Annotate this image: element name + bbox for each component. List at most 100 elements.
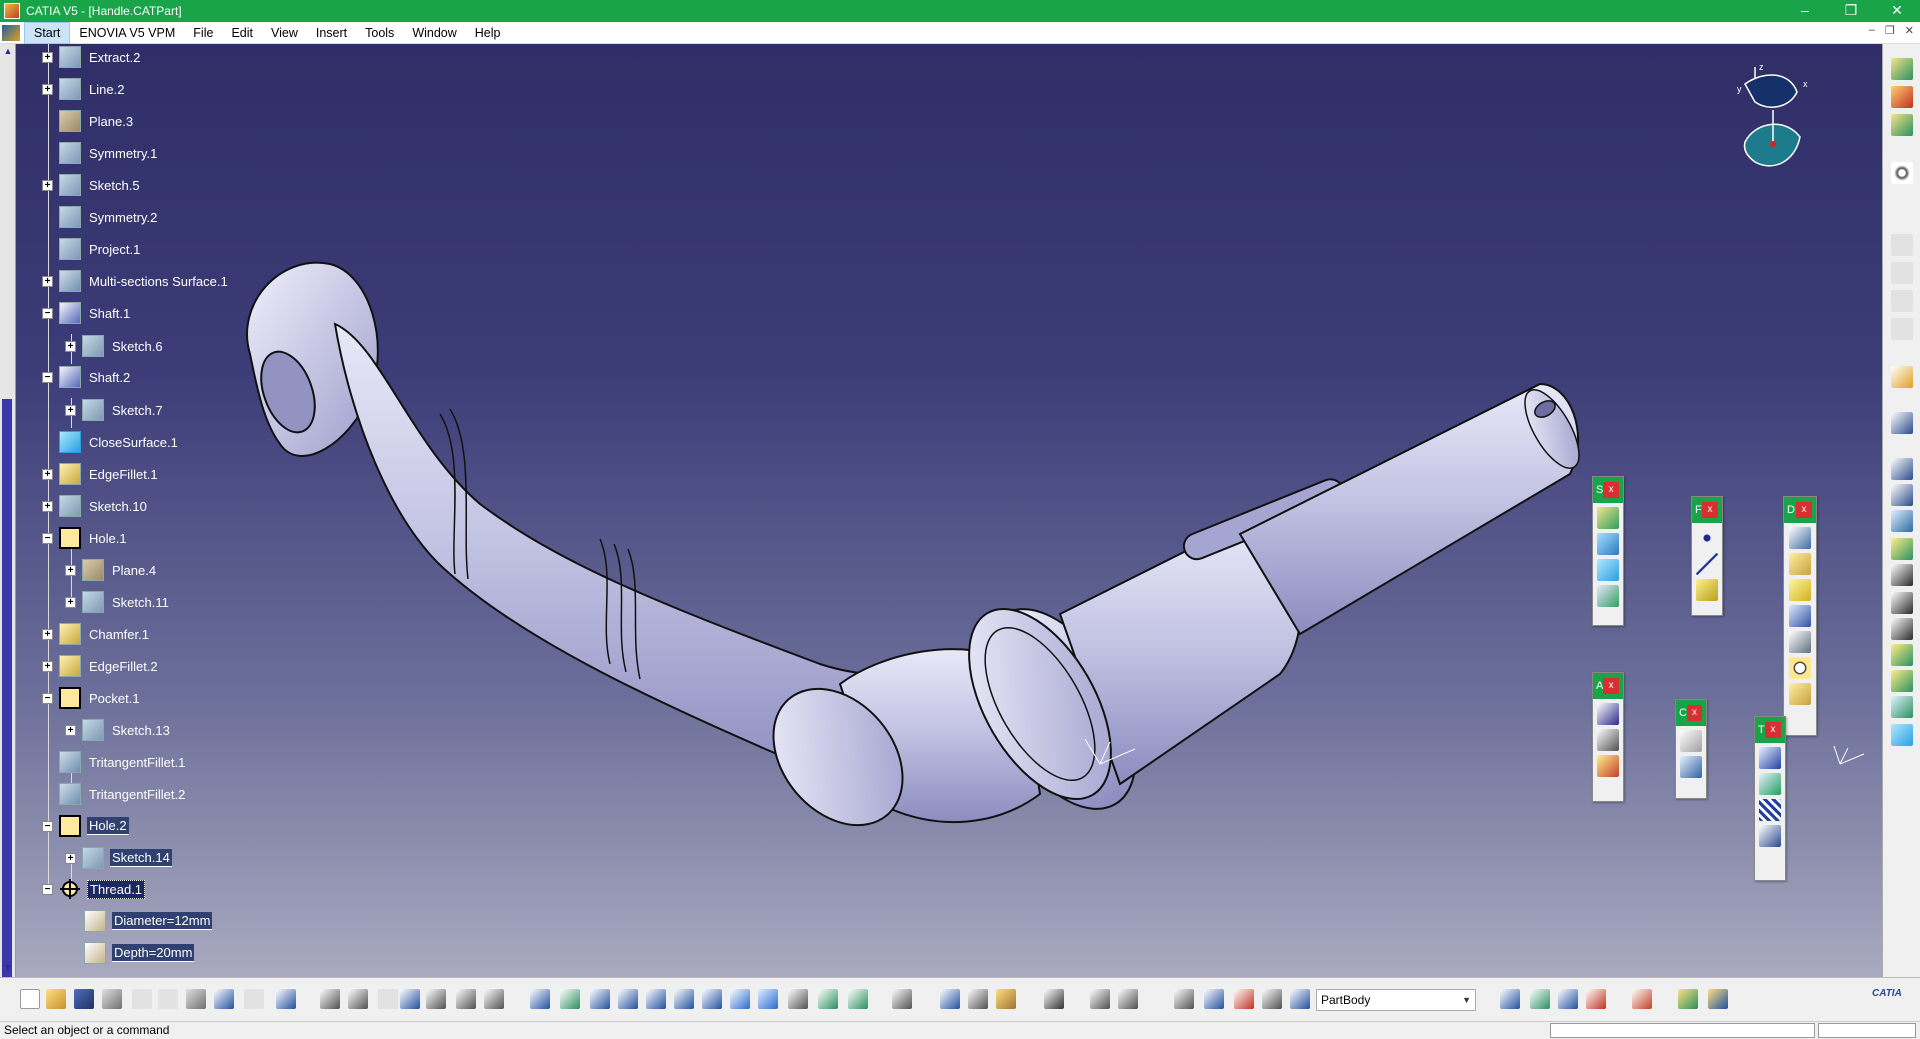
axis-system-icon[interactable] xyxy=(1174,989,1194,1009)
menu-view[interactable]: View xyxy=(262,23,307,43)
tree-node[interactable]: + Sketch.5 xyxy=(42,173,142,197)
multi-view-icon[interactable] xyxy=(730,989,750,1009)
remove-loft-icon[interactable] xyxy=(1891,618,1913,640)
tree-node[interactable]: +TritangentFillet.1 xyxy=(42,750,187,774)
command-input-secondary[interactable] xyxy=(1818,1023,1916,1038)
command-input[interactable] xyxy=(1550,1023,1815,1038)
tree-node[interactable]: +Project.1 xyxy=(42,237,142,261)
remove-face-icon[interactable] xyxy=(1789,683,1811,705)
measure-between-icon[interactable] xyxy=(940,989,960,1009)
catalog-icon[interactable] xyxy=(426,989,446,1009)
knowledge-icon[interactable] xyxy=(456,989,476,1009)
tree-node[interactable]: + Sketch.6 xyxy=(65,334,165,358)
point-icon[interactable] xyxy=(1696,527,1718,549)
tree-node[interactable]: − Shaft.2 xyxy=(42,365,132,389)
zoom-in-icon[interactable] xyxy=(646,989,666,1009)
tree-node[interactable]: − Thread.1 xyxy=(42,877,146,901)
save-icon[interactable] xyxy=(74,989,94,1009)
mirror-icon[interactable] xyxy=(1759,773,1781,795)
tree-node[interactable]: − Pocket.1 xyxy=(42,686,142,710)
list-icon[interactable] xyxy=(1262,989,1282,1009)
line-tool-icon[interactable] xyxy=(1696,553,1718,575)
fillet-tool-icon[interactable] xyxy=(1789,527,1811,549)
tree-node[interactable]: + EdgeFillet.1 xyxy=(42,462,160,486)
hide-show-icon[interactable] xyxy=(818,989,838,1009)
close-toolbar-icon[interactable]: x xyxy=(1603,678,1619,694)
thick-surface-icon[interactable] xyxy=(1891,670,1913,692)
dress-up-features-toolbar[interactable]: Dx xyxy=(1783,496,1817,736)
pattern-icon[interactable] xyxy=(1759,799,1781,821)
surfaces-toolbar[interactable]: Sx xyxy=(1592,476,1624,626)
chamfer-tool-icon[interactable] xyxy=(1789,553,1811,575)
menu-help[interactable]: Help xyxy=(466,23,510,43)
fly-mode-icon[interactable] xyxy=(530,989,550,1009)
text-with-leader-icon[interactable] xyxy=(1597,703,1619,725)
sew-surface-icon[interactable] xyxy=(1597,585,1619,607)
paste-icon[interactable] xyxy=(186,989,206,1009)
menu-insert[interactable]: Insert xyxy=(307,23,356,43)
swap-visible-space-icon[interactable] xyxy=(848,989,868,1009)
tools-palette-icon[interactable] xyxy=(1708,989,1728,1009)
tree-node[interactable]: + Sketch.14 xyxy=(65,846,172,870)
print-icon[interactable] xyxy=(102,989,122,1009)
capture-icon[interactable] xyxy=(1044,989,1064,1009)
translation-icon[interactable] xyxy=(1759,747,1781,769)
table-icon[interactable] xyxy=(400,989,420,1009)
tree-node[interactable]: Diameter=12mm xyxy=(84,909,213,933)
tree-node[interactable]: +Symmetry.2 xyxy=(42,205,159,229)
menu-edit[interactable]: Edit xyxy=(222,23,262,43)
shell-icon[interactable] xyxy=(1789,605,1811,627)
tree-node[interactable]: + EdgeFillet.2 xyxy=(42,654,160,678)
positioned-sketch-icon[interactable] xyxy=(1891,458,1913,480)
handle-part-3d-model[interactable] xyxy=(240,244,1640,944)
tree-node[interactable]: + Sketch.13 xyxy=(65,718,172,742)
stiffener-icon[interactable] xyxy=(1891,564,1913,586)
tree-node[interactable]: − Shaft.1 xyxy=(42,301,132,325)
menu-start[interactable]: Start xyxy=(24,21,71,44)
pocket-tool-icon[interactable] xyxy=(1891,86,1913,108)
close-surface-tool-icon[interactable] xyxy=(1891,724,1913,746)
offset-icon[interactable] xyxy=(1597,533,1619,555)
menu-file[interactable]: File xyxy=(184,23,222,43)
publish-icon[interactable] xyxy=(1530,989,1550,1009)
settings-gear-icon[interactable] xyxy=(1891,162,1913,184)
close-toolbar-icon[interactable]: x xyxy=(1686,705,1702,721)
annotations-toolbar[interactable]: Ax xyxy=(1592,672,1624,802)
tree-scrollbar[interactable]: ▲ ▼ xyxy=(0,44,16,977)
tree-node[interactable]: + Line.2 xyxy=(42,77,126,101)
tree-node[interactable]: + Sketch.7 xyxy=(65,398,165,422)
shaft-tool-icon[interactable] xyxy=(1891,114,1913,136)
mdi-restore-button[interactable]: ❐ xyxy=(1885,24,1895,37)
flag-note-icon[interactable] xyxy=(1597,729,1619,751)
loft-icon[interactable] xyxy=(1891,592,1913,614)
scroll-thumb[interactable] xyxy=(2,399,12,977)
scene-icon[interactable] xyxy=(1558,989,1578,1009)
parameters-icon[interactable] xyxy=(484,989,504,1009)
fit-all-icon[interactable] xyxy=(560,989,580,1009)
reference-elements-toolbar[interactable]: Fx xyxy=(1691,496,1723,616)
scroll-down-arrow-icon[interactable]: ▼ xyxy=(2,962,14,974)
tree-node[interactable]: + Multi-sections Surface.1 xyxy=(42,269,230,293)
help-icon[interactable] xyxy=(276,989,296,1009)
constraint-icon[interactable] xyxy=(1680,730,1702,752)
compass-icon[interactable]: z x y xyxy=(1735,62,1825,177)
cut-part-by-sketch-icon[interactable] xyxy=(1234,989,1254,1009)
scroll-up-arrow-icon[interactable]: ▲ xyxy=(2,46,14,58)
body-select[interactable]: PartBody ▼ xyxy=(1316,989,1476,1011)
sew-tool-icon[interactable] xyxy=(1891,696,1913,718)
analysis-icon[interactable] xyxy=(1118,989,1138,1009)
menu-window[interactable]: Window xyxy=(403,23,465,43)
tree-node[interactable]: +Symmetry.1 xyxy=(42,141,159,165)
hole-tool-icon[interactable] xyxy=(1891,484,1913,506)
close-surface-tool-icon[interactable] xyxy=(1597,559,1619,581)
tree-node[interactable]: + Plane.4 xyxy=(65,558,158,582)
apply-material-icon[interactable] xyxy=(1500,989,1520,1009)
undo-icon[interactable] xyxy=(214,989,234,1009)
thread-tool-icon[interactable] xyxy=(1789,657,1811,679)
shading-icon[interactable] xyxy=(788,989,808,1009)
layers-icon[interactable] xyxy=(1586,989,1606,1009)
pad-icon[interactable] xyxy=(1891,58,1913,80)
constraints-toolbar[interactable]: Cx xyxy=(1675,699,1707,799)
sketch-analysis-icon[interactable] xyxy=(1090,989,1110,1009)
catia-app-icon[interactable] xyxy=(4,3,20,19)
